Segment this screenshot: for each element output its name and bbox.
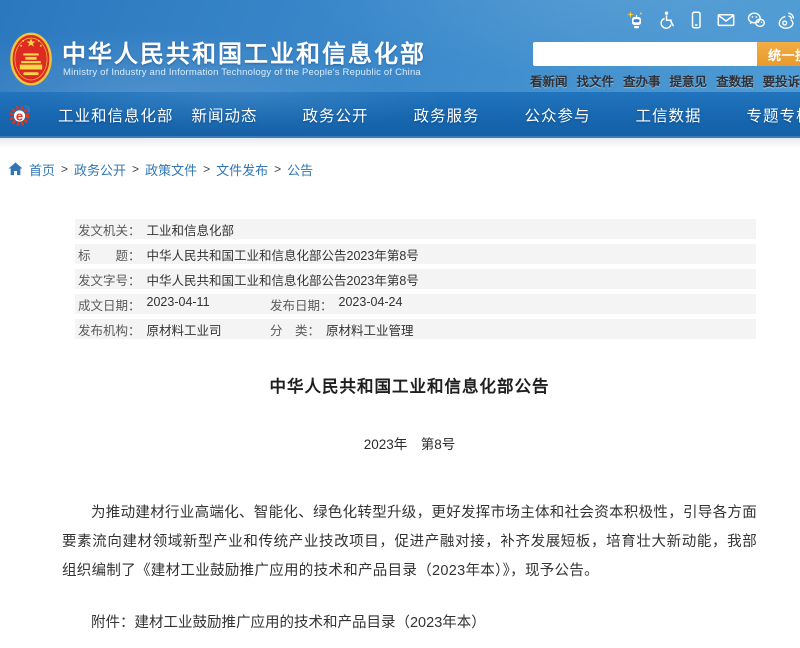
wechat-icon[interactable] <box>746 10 766 30</box>
meta-row-issuing-agency: 发文机关： 工业和信息化部 <box>75 219 756 239</box>
meta-value: 原材料工业管理 <box>326 323 414 338</box>
meta-value: 2023-04-24 <box>338 294 403 309</box>
meta-label: 发文机关： <box>78 223 141 238</box>
site-title[interactable]: 中华人民共和国工业和信息化部 <box>62 34 426 69</box>
meta-value: 2023-04-11 <box>146 294 210 309</box>
nav-items: 工业和信息化部 新闻动态 政务公开 政务服务 公众参与 工信数据 专题专栏 <box>0 92 800 138</box>
search-button[interactable]: 统一搜索 <box>757 42 800 66</box>
main-navbar: e 工业和信息化部 新闻动态 政务公开 政务服务 公众参与 工信数据 专题专栏 <box>0 92 800 138</box>
breadcrumb-separator: > <box>61 162 69 176</box>
quick-link-data[interactable]: 查数据 <box>716 71 754 90</box>
nav-item-news[interactable]: 新闻动态 <box>169 104 280 126</box>
meta-label: 标 题： <box>78 248 141 263</box>
accessibility-icon[interactable] <box>656 10 676 30</box>
nav-item-public-participation[interactable]: 公众参与 <box>502 104 613 126</box>
meta-label: 成文日期： <box>78 298 141 313</box>
meta-value: 原材料工业司 <box>146 323 222 338</box>
breadcrumb: 首页 > 政务公开 > 政策文件 > 文件发布 > 公告 <box>0 147 800 179</box>
meta-value: 工业和信息化部 <box>146 223 235 238</box>
weibo-icon[interactable] <box>776 10 796 30</box>
meta-label: 分 类： <box>270 323 321 338</box>
article-body: 中华人民共和国工业和信息化部公告 2023年 第8号 为推动建材行业高端化、智能… <box>62 373 757 648</box>
meta-row-title: 标 题： 中华人民共和国工业和信息化部公告2023年第8号 <box>75 244 756 264</box>
meta-row-document-number: 发文字号： 中华人民共和国工业和信息化部公告2023年第8号 <box>75 269 756 289</box>
miit-e-logo-icon[interactable]: e <box>8 103 32 127</box>
mail-icon[interactable] <box>716 10 736 30</box>
nav-separator <box>0 138 800 147</box>
search-input[interactable] <box>533 42 757 66</box>
quick-link-documents[interactable]: 找文件 <box>577 71 615 90</box>
meta-row-publisher-category: 发布机构： 原材料工业司 分 类： 原材料工业管理 <box>75 319 756 339</box>
article-paragraph: 为推动建材行业高端化、智能化、绿色化转型升级，更好发挥市场主体和社会资本积极性，… <box>62 505 757 579</box>
breadcrumb-home[interactable]: 首页 <box>29 160 55 179</box>
document-meta-table: 发文机关： 工业和信息化部 标 题： 中华人民共和国工业和信息化部公告2023年… <box>75 219 756 339</box>
quick-link-suggestions[interactable]: 提意见 <box>670 71 708 90</box>
nav-item-industry-data[interactable]: 工信数据 <box>613 104 724 126</box>
mobile-icon[interactable] <box>686 10 706 30</box>
nav-item-special-topics[interactable]: 专题专栏 <box>724 104 800 126</box>
breadcrumb-document-release[interactable]: 文件发布 <box>216 160 268 179</box>
quick-link-services[interactable]: 查办事 <box>623 71 661 90</box>
meta-label: 发布日期： <box>270 298 333 313</box>
meta-label: 发文字号： <box>78 273 141 288</box>
header-quick-links: 看新闻 找文件 查办事 提意见 查数据 要投诉 <box>530 71 800 90</box>
breadcrumb-gov-disclosure[interactable]: 政务公开 <box>74 160 126 179</box>
article-issue-number: 2023年 第8号 <box>363 437 456 452</box>
meta-value: 中华人民共和国工业和信息化部公告2023年第8号 <box>146 273 419 288</box>
quick-link-news[interactable]: 看新闻 <box>530 71 568 90</box>
article-attachment-line[interactable]: 附件：建材工业鼓励推广应用的技术和产品目录（2023年本） <box>62 611 757 632</box>
unified-search: 统一搜索 <box>533 42 800 66</box>
site-subtitle-en: Ministry of Industry and Information Tec… <box>63 67 421 78</box>
meta-row-dates: 成文日期： 2023-04-11 发布日期： 2023-04-24 <box>75 294 756 314</box>
breadcrumb-policy-documents[interactable]: 政策文件 <box>145 160 197 179</box>
nav-item-gov-disclosure[interactable]: 政务公开 <box>280 104 391 126</box>
robot-assistant-icon[interactable] <box>626 10 646 30</box>
breadcrumb-separator: > <box>203 162 211 176</box>
site-header: 中华人民共和国工业和信息化部 Ministry of Industry and … <box>0 0 800 92</box>
home-icon[interactable] <box>8 162 23 176</box>
header-utility-icons <box>626 10 796 30</box>
article-title: 中华人民共和国工业和信息化部公告 <box>269 378 550 396</box>
svg-text:e: e <box>16 109 23 124</box>
quick-link-complaints[interactable]: 要投诉 <box>763 71 800 90</box>
nav-item-gov-services[interactable]: 政务服务 <box>391 104 502 126</box>
breadcrumb-announcement[interactable]: 公告 <box>287 160 313 179</box>
meta-value: 中华人民共和国工业和信息化部公告2023年第8号 <box>146 248 419 263</box>
breadcrumb-separator: > <box>132 162 140 176</box>
nav-item-miit[interactable]: 工业和信息化部 <box>58 104 173 126</box>
national-emblem-logo[interactable] <box>10 31 52 87</box>
meta-label: 发布机构： <box>78 323 141 338</box>
breadcrumb-separator: > <box>274 162 282 176</box>
